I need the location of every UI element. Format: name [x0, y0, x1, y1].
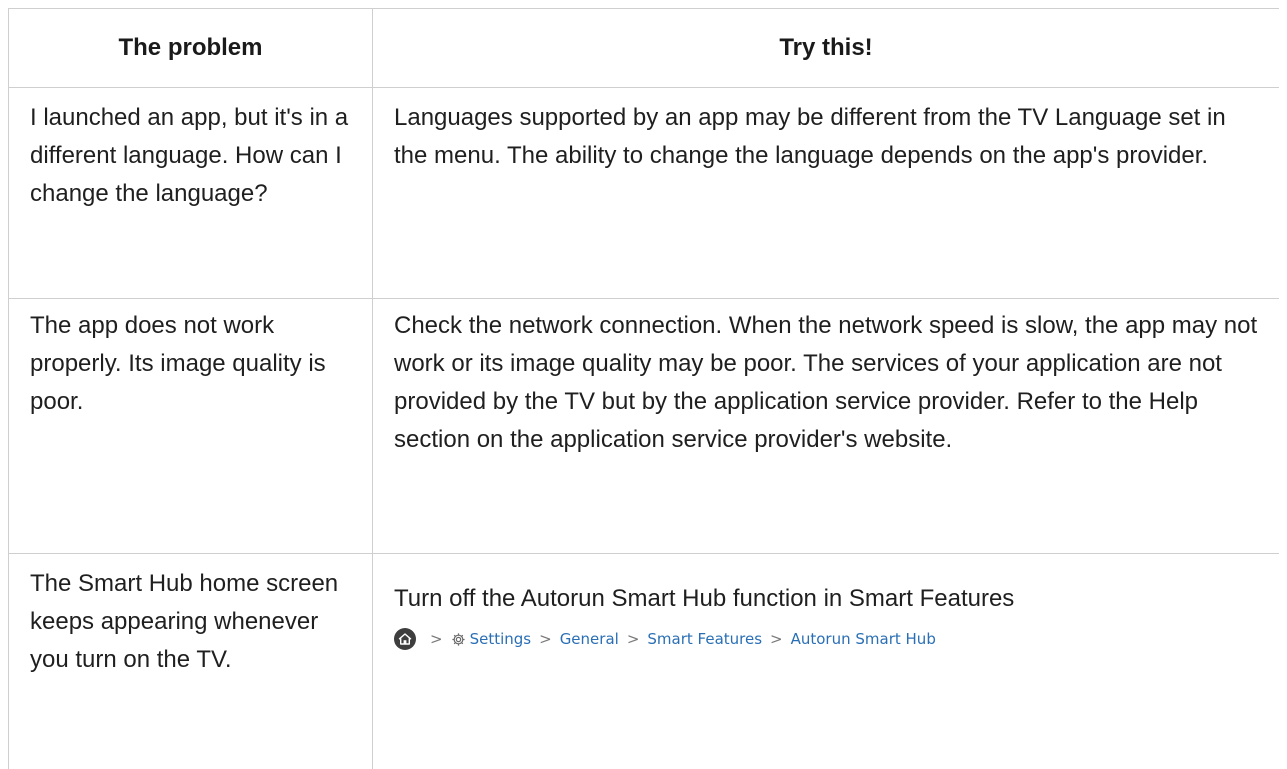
solution-cell: Check the network connection. When the n… — [372, 298, 1279, 554]
table-row: I launched an app, but it's in a differe… — [8, 87, 1279, 299]
path-separator: > — [626, 630, 640, 648]
troubleshooting-table-container: The problem Try this! I launched an app,… — [8, 8, 1279, 769]
problem-cell: The app does not work properly. Its imag… — [8, 298, 373, 554]
path-item-autorun-smart-hub: Autorun Smart Hub — [790, 630, 936, 648]
path-item-general: General — [559, 630, 619, 648]
table-row: The Smart Hub home screen keeps appearin… — [8, 553, 1279, 769]
path-separator: > — [539, 630, 552, 648]
solution-cell: Languages supported by an app may be dif… — [372, 87, 1279, 299]
problem-cell: The Smart Hub home screen keeps appearin… — [8, 553, 373, 769]
path-separator: > — [430, 630, 443, 648]
header-try-this: Try this! — [372, 8, 1279, 88]
problem-cell: I launched an app, but it's in a differe… — [8, 87, 373, 299]
path-separator: > — [770, 630, 783, 648]
solution-cell: Turn off the Autorun Smart Hub function … — [372, 553, 1279, 769]
path-item-settings: Settings — [469, 630, 532, 648]
menu-path: > Settings > General > Smart Features > … — [394, 628, 1258, 650]
gear-icon — [451, 631, 467, 647]
home-icon — [394, 628, 416, 650]
path-item-smart-features: Smart Features — [647, 630, 763, 648]
table-row: The app does not work properly. Its imag… — [8, 298, 1279, 554]
troubleshooting-table: The problem Try this! I launched an app,… — [8, 8, 1279, 769]
header-problem: The problem — [8, 8, 373, 88]
table-header-row: The problem Try this! — [8, 8, 1279, 88]
solution-text: Turn off the Autorun Smart Hub function … — [394, 585, 1015, 612]
